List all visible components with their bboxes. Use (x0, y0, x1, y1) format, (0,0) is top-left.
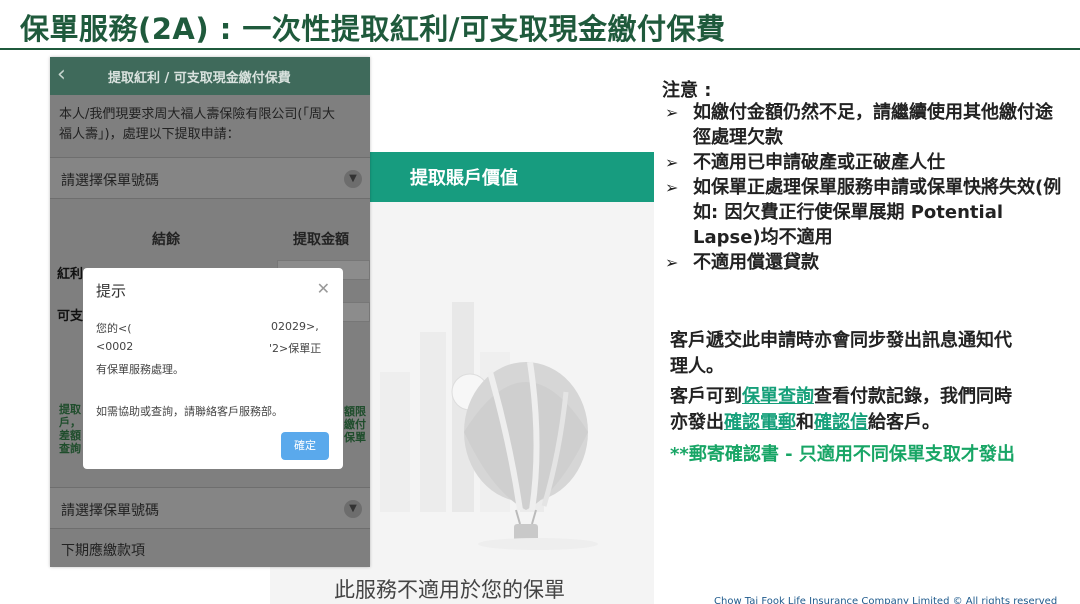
not-applicable-message: 此服務不適用於您的保單 (334, 578, 565, 602)
note-fragment: 戶， (59, 416, 81, 429)
title-divider (0, 48, 1080, 50)
note-text: 不適用已申請破產或正破產人仕 (693, 152, 945, 173)
confirmation-text: 亦發出 (670, 412, 724, 433)
policy-number-select[interactable]: 請選擇保單號碼 ▼ (50, 157, 370, 199)
confirmation-text: 和 (796, 412, 814, 433)
confirmation-text: 客戶可到 (670, 386, 742, 407)
arrow-bullet-icon: ➢ (665, 178, 679, 197)
confirm-button[interactable]: 確定 (281, 432, 329, 460)
hot-air-balloon-illustration (380, 302, 598, 550)
note-text: 不適用償還貸款 (693, 252, 819, 273)
confirmation-text: 查看付款記錄，我們同時 (814, 386, 1012, 407)
intro-line-2: 福人壽」)，處理以下提取申請： (59, 127, 240, 142)
note-text: 如繳付金額仍然不足，請繼續使用其他繳付途徑處理欠款 (693, 102, 1053, 148)
confirmation-paragraph: 客戶可到保單查詢查看付款記錄，我們同時 亦發出確認電郵和確認信給客戶。 (670, 384, 1012, 436)
policy-select-label: 請選擇保單號碼 (61, 173, 159, 189)
dialog-line-4: 如需協助或查詢，請聯絡客戶服務部。 (96, 405, 283, 418)
dialog-line-1-right: 02029>, (271, 320, 319, 333)
dialog-title: 提示 (96, 282, 127, 300)
arrow-bullet-icon: ➢ (665, 153, 679, 172)
withdraw-note-left: 提取 戶， 差額 查詢 (59, 403, 81, 455)
note-fragment: 額限 (344, 405, 366, 418)
note-fragment: 查詢 (59, 442, 81, 455)
note-fragment: 繳付 (344, 418, 366, 431)
balance-column-header: 結餘 (152, 232, 180, 248)
close-icon[interactable]: ✕ (317, 279, 330, 298)
withdraw-note-right: 額限 繳付 保單 (344, 405, 366, 444)
note-text: 如保單正處理保單服務申請或保單快將失效(例如: 因欠費正行使保單展期 Poten… (693, 177, 1062, 248)
notice-dialog: 提示 ✕ 您的<( 02029>, <0002 '2>保單正 有保單服務處理。 … (83, 268, 343, 469)
notes-heading: 注意 : (662, 80, 712, 101)
confirmation-email-link[interactable]: 確認電郵 (724, 412, 796, 433)
application-intro: 本人/我們現要求周大福人壽保險有限公司(「周大 福人壽」)，處理以下提取申請： (59, 105, 364, 145)
confirmation-letter-link[interactable]: 確認信 (814, 412, 868, 433)
dialog-line-1-left: 您的<( (96, 322, 132, 335)
arrow-bullet-icon: ➢ (665, 253, 679, 272)
note-fragment: 提取 (59, 403, 81, 416)
arrow-bullet-icon: ➢ (665, 103, 679, 122)
next-due-payment-label: 下期應繳款項 (61, 543, 145, 559)
notes-panel: 注意 : ➢ 如繳付金額仍然不足，請繼續使用其他繳付途徑處理欠款 ➢ 不適用已申… (662, 76, 1072, 273)
withdraw-dividend-header: ‹ 提取紅利 / 可支取現金繳付保費 (50, 57, 370, 95)
cash-value-row-label: 可支 (57, 309, 84, 324)
agent-notice-line-1: 客戶遞交此申請時亦會同步發出訊息通知代 (670, 330, 1012, 351)
policy-number-select-2[interactable]: 請選擇保單號碼 ▼ (50, 487, 370, 529)
dialog-line-3: 有保單服務處理。 (96, 363, 184, 376)
note-fragment: 差額 (59, 429, 81, 442)
agent-notice-paragraph: 客戶遞交此申請時亦會同步發出訊息通知代 理人。 (670, 328, 1012, 380)
mail-confirmation-note: **郵寄確認書 - 只適用不同保單支取才發出 (670, 444, 1015, 465)
chevron-down-icon: ▼ (344, 170, 362, 188)
slide-title: 保單服務(2A) : 一次性提取紅利/可支取現金繳付保費 (20, 12, 726, 46)
dialog-line-2-right: '2>保單正 (269, 342, 322, 355)
agent-notice-line-2: 理人。 (670, 356, 724, 377)
confirmation-line-1: 客戶可到保單查詢查看付款記錄，我們同時 (670, 384, 1012, 410)
withdraw-dividend-title: 提取紅利 / 可支取現金繳付保費 (108, 71, 291, 86)
back-arrow-icon[interactable]: ‹ (57, 64, 66, 86)
dialog-line-2-left: <0002 (96, 340, 134, 353)
confirmation-line-2: 亦發出確認電郵和確認信給客戶。 (670, 410, 1012, 436)
dividend-row-label: 紅利 (57, 267, 84, 282)
policy-inquiry-link[interactable]: 保單查詢 (742, 386, 814, 407)
chevron-down-icon: ▼ (344, 500, 362, 518)
confirmation-text: 給客戶。 (868, 412, 940, 433)
withdraw-amount-column-header: 提取金額 (293, 232, 349, 248)
intro-line-1: 本人/我們現要求周大福人壽保險有限公司(「周大 (59, 107, 335, 122)
account-value-title: 提取賬戶價值 (410, 168, 518, 189)
policy-select-label-2: 請選擇保單號碼 (61, 503, 159, 519)
note-fragment: 保單 (344, 431, 366, 444)
footer-copyright: Chow Tai Fook Life Insurance Company Lim… (714, 596, 1058, 604)
